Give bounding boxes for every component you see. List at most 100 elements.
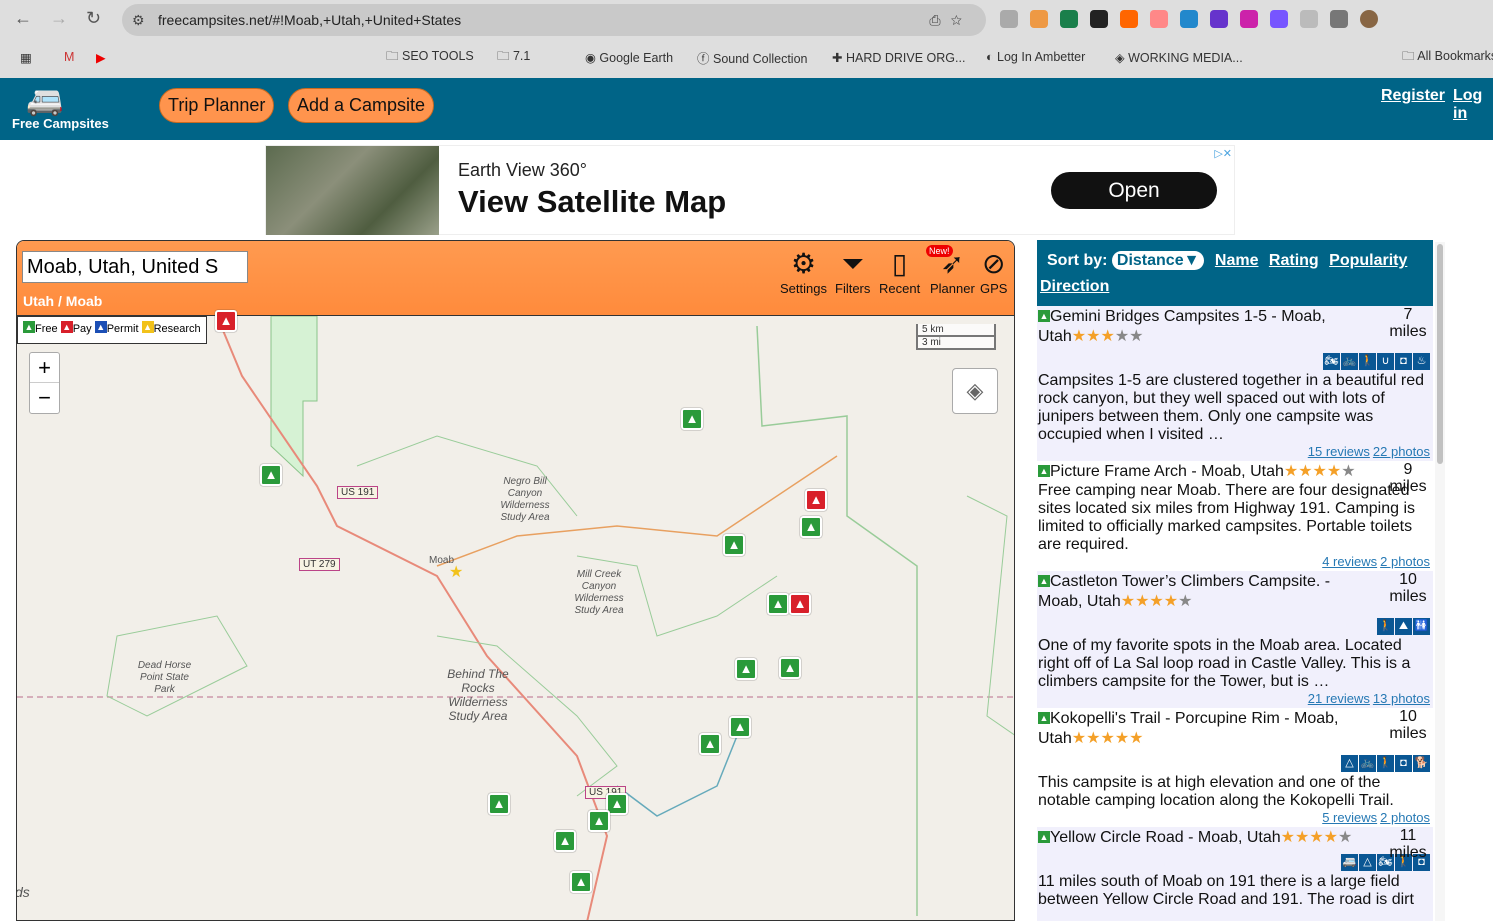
sort-rating-link[interactable]: Rating — [1269, 252, 1319, 269]
zoom-in-button[interactable]: + — [30, 353, 59, 383]
ad-close-icon[interactable]: ▷✕ — [1214, 147, 1232, 160]
free-campsite-marker[interactable]: ▲ — [570, 871, 592, 893]
campsite-description: Campsites 1-5 are clustered together in … — [1038, 372, 1424, 443]
map-legend: ▲ Free ▲ Pay ▲ Permit ▲ Research — [17, 316, 207, 344]
free-campsite-marker[interactable]: ▲ — [260, 464, 282, 486]
free-campsite-icon: ▲ — [1038, 575, 1050, 587]
site-logo[interactable]: 🚐 Free Campsites — [12, 86, 109, 132]
bookmark-ambetter[interactable]: ◐ Log In Ambetter — [986, 50, 1085, 64]
register-link[interactable]: Register — [1381, 87, 1445, 105]
pay-campsite-marker[interactable]: ▲ — [215, 310, 237, 332]
add-campsite-button[interactable]: Add a Campsite — [288, 88, 435, 123]
gmail-icon[interactable]: M — [64, 50, 74, 64]
forward-icon[interactable]: → — [50, 8, 68, 29]
free-campsite-marker[interactable]: ▲ — [723, 534, 745, 556]
pay-campsite-marker[interactable]: ▲ — [805, 489, 827, 511]
campsite-list-item[interactable]: 9 miles ▲Picture Frame Arch - Moab, Utah★… — [1037, 461, 1433, 571]
reload-icon[interactable]: ↻ — [86, 8, 101, 29]
reviews-link[interactable]: 5 reviews — [1322, 810, 1377, 825]
scrollbar[interactable] — [1435, 242, 1445, 921]
binoculars-icon: ◘ — [1395, 353, 1412, 370]
bookmark-google-earth[interactable]: ◉ Google Earth — [585, 50, 673, 65]
bookmark-all[interactable]: 🗀 All Bookmarks — [1402, 47, 1493, 68]
site-info-icon[interactable]: ⚙ — [132, 4, 145, 36]
free-campsite-marker[interactable]: ▲ — [767, 593, 789, 615]
rating-star-icon: ★ — [1135, 593, 1150, 610]
campsite-title[interactable]: ▲Yellow Circle Road - Moab, Utah★★★★★ — [1038, 827, 1368, 848]
ad-open-button[interactable]: Open — [1051, 172, 1217, 209]
legend-pay: ▲ Pay — [60, 321, 92, 335]
bookmark-working-media[interactable]: ◈ WORKING MEDIA... — [1115, 50, 1243, 65]
photos-link[interactable]: 22 photos — [1373, 444, 1430, 459]
gps-button[interactable]: ⊘ GPS — [980, 247, 1007, 296]
hiking-icon: 🚶 — [1377, 755, 1394, 772]
free-campsite-marker[interactable]: ▲ — [488, 793, 510, 815]
free-campsite-icon: ▲ — [1038, 465, 1050, 477]
location-search-input[interactable] — [22, 251, 248, 283]
sort-popularity-link[interactable]: Popularity — [1329, 252, 1407, 269]
photos-link[interactable]: 2 photos — [1380, 554, 1430, 569]
campsite-title[interactable]: ▲Picture Frame Arch - Moab, Utah★★★★★ — [1038, 461, 1368, 482]
free-campsite-marker[interactable]: ▲ — [699, 733, 721, 755]
campsite-list-item[interactable]: 10 miles ▲Kokopelli's Trail - Porcupine R… — [1037, 708, 1433, 827]
extensions-bar — [1000, 10, 1378, 28]
free-campsite-marker[interactable]: ▲ — [729, 716, 751, 738]
campsite-title[interactable]: ▲Castleton Tower’s Climbers Campsite. - … — [1038, 571, 1368, 612]
campsite-title[interactable]: ▲Gemini Bridges Campsites 1-5 - Moab, Ut… — [1038, 306, 1368, 347]
sort-direction-link[interactable]: Direction — [1040, 278, 1109, 295]
campsite-title[interactable]: ▲Kokopelli's Trail - Porcupine Rim - Moa… — [1038, 708, 1368, 749]
address-bar[interactable]: ⚙ freecampsites.net/#!Moab,+Utah,+United+… — [122, 4, 986, 36]
campsite-list-item[interactable]: 7 miles ▲Gemini Bridges Campsites 1-5 - M… — [1037, 306, 1433, 461]
free-campsite-marker[interactable]: ▲ — [681, 408, 703, 430]
ad-image — [266, 146, 439, 235]
new-badge: New! — [926, 245, 953, 257]
reviews-link[interactable]: 4 reviews — [1322, 554, 1377, 569]
free-campsite-marker[interactable]: ▲ — [779, 657, 801, 679]
apps-icon[interactable]: ▦ — [20, 50, 32, 65]
bookmark-sound-collection[interactable]: ⓕ Sound Collection — [697, 48, 808, 67]
dog-icon: 🐕 — [1413, 755, 1430, 772]
rating-star-icon: ★ — [1178, 593, 1193, 610]
rating-star-icon: ★ — [1338, 829, 1353, 846]
road-shield: US 191 — [337, 486, 379, 499]
trailer-icon: 🚐 — [1341, 854, 1358, 871]
zoom-out-button[interactable]: − — [30, 383, 59, 413]
campsite-list-item[interactable]: 10 miles ▲Castleton Tower’s Climbers Camp… — [1037, 571, 1433, 708]
free-campsite-marker[interactable]: ▲ — [800, 516, 822, 538]
rating-star-icon: ★ — [1100, 328, 1115, 345]
rating-star-icon: ★ — [1280, 829, 1295, 846]
distance: 10 miles — [1389, 708, 1427, 742]
trip-planner-button[interactable]: Trip Planner — [159, 88, 275, 123]
planner-button[interactable]: ➶ New! Planner — [926, 245, 975, 296]
filters-button[interactable]: ⏷ Filters — [835, 247, 870, 296]
bookmark-star-icon[interactable]: ⎙☆ — [929, 4, 972, 36]
layers-button[interactable]: ◈ — [952, 368, 998, 414]
campsite-list-item[interactable]: 11 miles ▲Yellow Circle Road - Moab, Utah… — [1037, 827, 1433, 921]
recent-button[interactable]: ▯ Recent — [879, 247, 920, 296]
free-campsite-marker[interactable]: ▲ — [588, 810, 610, 832]
login-link[interactable]: Log in — [1453, 87, 1493, 123]
bookmark-hard-drive[interactable]: ✚ HARD DRIVE ORG... — [832, 50, 965, 65]
youtube-icon[interactable]: ▶ — [96, 50, 106, 65]
reviews-link[interactable]: 15 reviews — [1308, 444, 1370, 459]
breadcrumb[interactable]: Utah / Moab — [23, 293, 102, 309]
bike-icon: 🚲 — [1341, 353, 1358, 370]
distance: 9 miles — [1389, 461, 1427, 495]
bookmark-7-1[interactable]: 🗀 7.1 — [497, 47, 530, 68]
settings-button[interactable]: ⚙ Settings — [780, 247, 827, 296]
reviews-link[interactable]: 21 reviews — [1308, 691, 1370, 706]
back-icon[interactable]: ← — [14, 8, 32, 29]
free-campsite-marker[interactable]: ▲ — [554, 830, 576, 852]
map-toolbar: Utah / Moab ⚙Settings ⏷Filters ▯Recent ➶… — [17, 241, 1014, 316]
map-canvas[interactable]: ▲ Free ▲ Pay ▲ Permit ▲ Research + − 5 km 3 mi… — [17, 310, 1014, 920]
pay-campsite-marker[interactable]: ▲ — [789, 593, 811, 615]
sort-name-link[interactable]: Name — [1215, 252, 1259, 269]
bookmark-seo-tools[interactable]: 🗀 SEO TOOLS — [386, 47, 474, 68]
sort-distance-select[interactable]: Distance▼ — [1111, 251, 1205, 270]
photos-link[interactable]: 13 photos — [1373, 691, 1430, 706]
free-campsite-marker[interactable]: ▲ — [735, 658, 757, 680]
photos-link[interactable]: 2 photos — [1380, 810, 1430, 825]
gps-label: GPS — [980, 281, 1008, 296]
browser-chrome: ← → ↻ ⚙ freecampsites.net/#!Moab,+Utah,+U… — [0, 0, 1493, 78]
advertisement[interactable]: Earth View 360° View Satellite Map Open … — [265, 145, 1235, 235]
